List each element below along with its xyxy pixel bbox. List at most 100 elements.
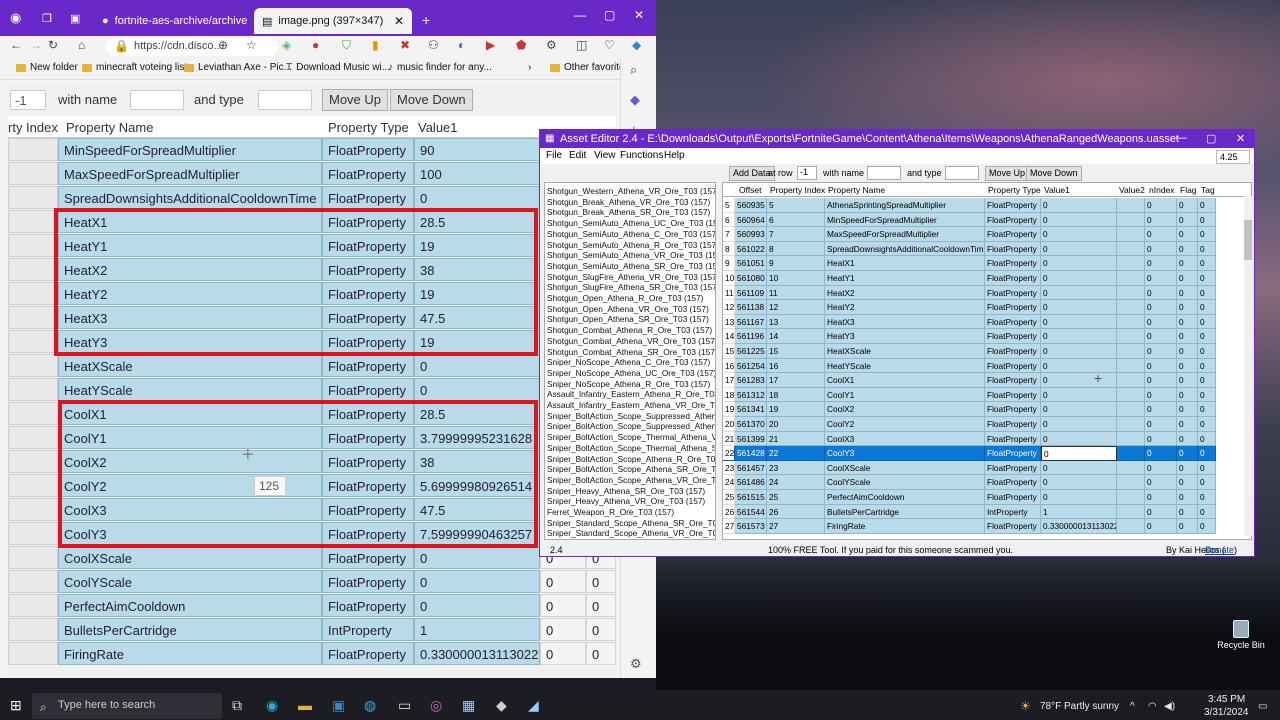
zoomed-move-down-button[interactable]: Move Down [390, 89, 473, 111]
grid-cell-offset[interactable]: 561370 [735, 417, 767, 432]
export-list-item[interactable]: Sniper_BoltAction_Scope_Athena_R_Ore_T03 [547, 454, 715, 465]
grid-cell-tag[interactable]: 0 [1198, 344, 1216, 359]
grid-cell-type[interactable]: FloatProperty [985, 475, 1041, 490]
grid-cell-nindex[interactable]: 0 [1145, 431, 1177, 447]
maximize-icon[interactable]: ▢ [604, 8, 615, 22]
export-list-item[interactable]: Sniper_BoltAction_Scope_Athena_SR_Ore_T0… [547, 464, 715, 475]
grid-row-number[interactable]: 19 [723, 402, 735, 417]
zoomed-table-row[interactable]: PerfectAimCooldown FloatProperty 0 0 0 [8, 594, 616, 618]
grid-cell-name[interactable]: CoolY3 [825, 446, 985, 461]
grid-cell-index[interactable]: 7 [767, 227, 825, 242]
export-list-item[interactable]: Shotgun_SlugFire_Athena_SR_Ore_T03 (157) [547, 282, 715, 293]
grid-cell-flag[interactable]: 0 [1177, 475, 1198, 490]
grid-cell-name[interactable]: HeatX2 [825, 285, 985, 301]
grid-cell-type[interactable]: FloatProperty [985, 344, 1041, 359]
grid-cell-value1[interactable]: 0 [1041, 271, 1117, 286]
grid-cell-value2[interactable] [1117, 344, 1145, 359]
grid-cell-tag[interactable]: 0 [1198, 402, 1216, 417]
volume-icon[interactable]: ◀) [1164, 701, 1175, 712]
zoomed-cell-index[interactable] [8, 258, 58, 281]
extension-icon[interactable]: ● [312, 38, 319, 52]
grid-row[interactable]: 27 561573 27 FiringRate FloatProperty 0.33000… [723, 519, 1251, 534]
favorite-download-music[interactable]: T Download Music wi... [286, 62, 390, 73]
copilot-icon[interactable]: ◆ [632, 38, 641, 52]
grid-cell-tag[interactable]: 0 [1198, 460, 1216, 476]
grid-row[interactable]: 8 561022 8 SpreadDownsightsAdditionalCooldo… [723, 241, 1251, 257]
export-list-item[interactable]: Sniper_Standard_Scope_Athena_VR_Ore_T03 [547, 528, 715, 539]
favorite-new-folder[interactable]: New folder [16, 62, 78, 73]
grid-row[interactable]: 16 561254 16 HeatYScale FloatProperty 0 0 0 0 [723, 358, 1251, 374]
grid-row[interactable]: 6 560964 6 MinSpeedForSpreadMultiplier Float… [723, 212, 1251, 228]
grid-row-number[interactable]: 12 [723, 300, 735, 315]
zoomed-cell-type[interactable]: FloatProperty [322, 378, 414, 401]
grid-cell-name[interactable]: PerfectAimCooldown [825, 490, 985, 505]
export-list-item[interactable]: Sniper_Standard_Scope_Athena_SR_Ore_T03 [547, 518, 715, 529]
grid-cell-type[interactable]: FloatProperty [985, 460, 1041, 476]
export-list[interactable]: Shotgun_Western_Athena_VR_Ore_T03 (157) S… [544, 182, 716, 540]
grid-cell-value2[interactable] [1117, 358, 1145, 374]
grid-cell-value2[interactable] [1117, 417, 1145, 432]
grid-cell-flag[interactable]: 0 [1177, 460, 1198, 476]
export-list-item[interactable]: Assault_Infantry_Eastern_Athena_R_Ore_T0… [547, 389, 715, 400]
grid-cell-value2[interactable] [1117, 285, 1145, 301]
grid-cell-index[interactable]: 9 [767, 256, 825, 271]
zoomed-cell-type[interactable]: FloatProperty [322, 546, 414, 569]
grid-cell-type[interactable]: IntProperty [985, 504, 1041, 520]
file-explorer-icon[interactable]: ▬ [298, 697, 312, 713]
grid-cell-flag[interactable]: 0 [1177, 329, 1198, 344]
minimize-icon[interactable]: — [574, 8, 586, 22]
grid-cell-type[interactable]: FloatProperty [985, 241, 1041, 257]
grid-cell-tag[interactable]: 0 [1198, 417, 1216, 432]
grid-cell-index[interactable]: 6 [767, 212, 825, 228]
zoomed-table-row[interactable]: MinSpeedForSpreadMultiplier FloatProperty… [8, 138, 616, 162]
zoomed-table-row[interactable]: FiringRate FloatProperty 0.330000013113022… [8, 642, 616, 666]
windows-start-icon[interactable]: ⊞ [10, 697, 22, 714]
grid-cell-nindex[interactable]: 0 [1145, 329, 1177, 344]
grid-cell-value2[interactable] [1117, 490, 1145, 505]
grid-cell-name[interactable]: HeatYScale [825, 358, 985, 374]
grid-cell-value2[interactable] [1117, 329, 1145, 344]
grid-cell-offset[interactable]: 561080 [735, 271, 767, 286]
grid-row[interactable]: 23 561457 23 CoolXScale FloatProperty 0 0 0 0 [723, 460, 1251, 476]
grid-cell-nindex[interactable]: 0 [1145, 344, 1177, 359]
weather-icon[interactable]: ☀ [1020, 699, 1031, 713]
grid-cell-name[interactable]: HeatX3 [825, 314, 985, 330]
grid-cell-value2[interactable] [1117, 212, 1145, 228]
zoomed-table-row[interactable]: HeatXScale FloatProperty 0 [8, 354, 616, 378]
favorite-star-icon[interactable]: ☆ [246, 38, 257, 52]
grid-cell-index[interactable]: 13 [767, 314, 825, 330]
zoomed-cell-type[interactable]: FloatProperty [322, 642, 414, 665]
grid-cell-value2[interactable] [1117, 227, 1145, 242]
export-list-item[interactable]: Sniper_BoltAction_Scope_Athena_VR_Ore_T0… [547, 475, 715, 486]
grid-row[interactable]: 20 561370 20 CoolY2 FloatProperty 0 0 0 0 [723, 417, 1251, 432]
weather-text[interactable]: 78°F Partly sunny [1040, 701, 1119, 712]
grid-cell-offset[interactable]: 561196 [735, 329, 767, 344]
grid-cell-name[interactable]: HeatX1 [825, 256, 985, 271]
grid-cell-flag[interactable]: 0 [1177, 519, 1198, 534]
zoomed-cell-name[interactable]: FiringRate [58, 642, 322, 665]
grid-cell-tag[interactable]: 0 [1198, 475, 1216, 490]
grid-cell-type[interactable]: FloatProperty [985, 402, 1041, 417]
profile-icon[interactable]: ◉ [10, 10, 21, 26]
grid-cell-nindex[interactable]: 0 [1145, 519, 1177, 534]
grid-cell-offset[interactable]: 561428 [735, 446, 767, 461]
grid-cell-value1[interactable]: 0 [1041, 431, 1117, 447]
zoomed-cell-index[interactable] [8, 426, 58, 449]
grid-cell-value1[interactable]: 0 [1041, 446, 1117, 461]
zoomed-move-up-button[interactable]: Move Up [322, 89, 389, 111]
grid-cell-flag[interactable]: 0 [1177, 402, 1198, 417]
export-list-item[interactable]: Shotgun_SlugFire_Athena_VR_Ore_T03 (157) [547, 272, 715, 283]
export-list-item[interactable]: Shotgun_SemiAuto_Athena_VR_Ore_T03 (157) [547, 250, 715, 261]
zoomed-cell-index[interactable] [8, 546, 58, 569]
maximize-icon[interactable]: ▢ [1206, 132, 1216, 145]
grid-cell-type[interactable]: FloatProperty [985, 519, 1041, 534]
grid-cell-nindex[interactable]: 0 [1145, 256, 1177, 271]
engine-version-select[interactable]: 4.25 [1216, 150, 1250, 164]
grid-cell-value2[interactable] [1117, 387, 1145, 403]
zoomed-cell-value[interactable]: 0 [414, 378, 540, 401]
grid-cell-value1[interactable]: 0 [1041, 285, 1117, 301]
zoomed-cell-index[interactable] [8, 138, 58, 161]
grid-cell-name[interactable]: HeatXScale [825, 344, 985, 359]
extension-icon[interactable]: ◈ [282, 38, 291, 52]
grid-cell-value1[interactable]: 0.330000013113022 [1041, 519, 1117, 534]
